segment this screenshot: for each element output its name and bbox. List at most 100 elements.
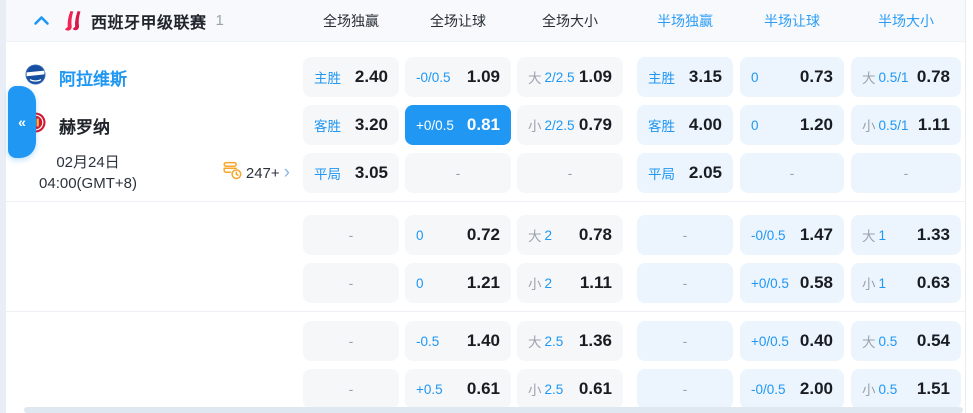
match-left-slot bbox=[6, 369, 303, 409]
odds-cell[interactable]: 大 0.5/1 0.78 bbox=[851, 57, 961, 97]
chevron-up-icon bbox=[34, 16, 49, 25]
odds-line-label: 0 bbox=[416, 228, 424, 243]
odds-line-label: 平局 bbox=[314, 163, 341, 183]
collapse-sidebar-button[interactable]: « bbox=[8, 86, 36, 158]
odds-line-label: 大 2.5 bbox=[528, 331, 563, 351]
line-value: 0 bbox=[416, 275, 424, 291]
odds-cell[interactable]: 小 0.5 1.51 bbox=[851, 369, 961, 409]
column-header-half-3: 半场独赢 bbox=[657, 12, 713, 29]
odds-cell[interactable]: 客胜 3.20 bbox=[303, 105, 399, 145]
line-value: +0/0.5 bbox=[751, 333, 789, 349]
line-value: 客胜 bbox=[648, 119, 675, 134]
odds-cell-empty: - bbox=[303, 263, 399, 303]
odds-value: 4.00 bbox=[688, 115, 722, 134]
line-value: 1 bbox=[878, 227, 887, 243]
more-markets-count: 247+ bbox=[245, 164, 280, 182]
odds-cell[interactable]: 大 1 1.33 bbox=[851, 215, 961, 255]
odds-cell[interactable]: +0/0.5 0.58 bbox=[740, 263, 844, 303]
line-value: 2/2.5 bbox=[544, 69, 575, 85]
line-value: -0/0.5 bbox=[416, 69, 451, 85]
odds-cell[interactable]: 大 2/2.5 1.09 bbox=[517, 57, 623, 97]
line-value: 0.5/1 bbox=[878, 117, 909, 133]
odds-value: 1.11 bbox=[579, 273, 612, 292]
league-name[interactable]: 西班牙甲级联赛 bbox=[91, 9, 207, 33]
odds-line-label: 0 bbox=[751, 118, 759, 133]
over-under-prefix: 大 bbox=[862, 71, 876, 86]
odds-line-label: 客胜 bbox=[314, 115, 341, 135]
odds-cell[interactable]: 客胜 4.00 bbox=[637, 105, 733, 145]
odds-cell[interactable]: -0.5 1.40 bbox=[405, 321, 511, 361]
line-value: 2.5 bbox=[544, 381, 564, 397]
line-value: 0 bbox=[751, 117, 759, 133]
odds-line-label: 0 bbox=[751, 70, 759, 85]
odds-cell[interactable]: 小 1 0.63 bbox=[851, 263, 961, 303]
odds-cell[interactable]: 小 2 1.11 bbox=[517, 263, 623, 303]
odds-value: 0.61 bbox=[466, 379, 500, 398]
line-value: -0.5 bbox=[416, 333, 440, 349]
odds-cell-empty: - bbox=[303, 321, 399, 361]
odds-cell[interactable]: 平局 3.05 bbox=[303, 153, 399, 193]
odds-cell[interactable]: 0 0.73 bbox=[740, 57, 844, 97]
league-odds-panel: 西班牙甲级联赛 1 全场独赢 全场让球 全场大小 半场独赢 半场让球 半场大小 阿拉维斯 … bbox=[6, 0, 966, 413]
match-left-slot bbox=[6, 321, 303, 361]
odds-value: 2.05 bbox=[688, 163, 722, 182]
line-value: 2 bbox=[544, 227, 553, 243]
odds-cell-empty: - bbox=[637, 215, 733, 255]
odds-row: -0 1.21 小 2 1.11- +0/0.5 0.58 小 1 0.63 bbox=[6, 263, 965, 303]
odds-value: 0.79 bbox=[578, 115, 612, 134]
home-team-name[interactable]: 阿拉维斯 bbox=[59, 65, 127, 90]
bet-records-icon bbox=[223, 161, 242, 185]
odds-cell-selected[interactable]: +0/0.5 0.81 bbox=[405, 105, 511, 145]
over-under-prefix: 小 bbox=[528, 383, 542, 398]
odds-cell-empty: - bbox=[303, 215, 399, 255]
odds-cell[interactable]: 小 0.5/1 1.11 bbox=[851, 105, 961, 145]
match-left-slot: 02月24日 04:00(GMT+8) 247+ › bbox=[6, 153, 303, 193]
odds-cell-empty: - bbox=[405, 153, 511, 193]
odds-value: 1.21 bbox=[466, 273, 500, 292]
line-value: 2 bbox=[544, 275, 553, 291]
odds-cell[interactable]: -0/0.5 1.09 bbox=[405, 57, 511, 97]
odds-row: -0 0.72 大 2 0.78- -0/0.5 1.47 大 1 1.33 bbox=[6, 215, 965, 255]
line-value: 平局 bbox=[314, 167, 341, 182]
more-markets-link[interactable]: 247+ › bbox=[223, 161, 290, 185]
odds-value: 1.36 bbox=[578, 331, 612, 350]
odds-value: 2.40 bbox=[354, 67, 388, 86]
home-team-logo-icon bbox=[25, 64, 46, 90]
odds-cell[interactable]: +0/0.5 0.40 bbox=[740, 321, 844, 361]
odds-cell[interactable]: 平局 2.05 bbox=[637, 153, 733, 193]
odds-cell[interactable]: 0 1.20 bbox=[740, 105, 844, 145]
column-header-full-2: 全场大小 bbox=[542, 12, 598, 29]
odds-cell-empty: - bbox=[851, 153, 961, 193]
odds-row: 赫罗纳 客胜 3.20 +0/0.5 0.81 小 2/2.5 0.79 客胜 4.00 0 1.2… bbox=[6, 105, 965, 145]
odds-line-label: 小 2.5 bbox=[528, 379, 563, 399]
line-value: 客胜 bbox=[314, 119, 341, 134]
odds-cell[interactable]: -0/0.5 2.00 bbox=[740, 369, 844, 409]
odds-cell[interactable]: 大 2.5 1.36 bbox=[517, 321, 623, 361]
horizontal-scrollbar[interactable] bbox=[24, 407, 963, 413]
odds-cell[interactable]: 小 2/2.5 0.79 bbox=[517, 105, 623, 145]
column-header-half-5: 半场大小 bbox=[878, 12, 934, 29]
odds-cell-empty: - bbox=[637, 321, 733, 361]
league-match-count: 1 bbox=[215, 12, 224, 29]
over-under-prefix: 大 bbox=[528, 229, 542, 244]
odds-cell[interactable]: 主胜 2.40 bbox=[303, 57, 399, 97]
odds-cell[interactable]: -0/0.5 1.47 bbox=[740, 215, 844, 255]
odds-row: - +0.5 0.61 小 2.5 0.61- -0/0.5 2.00 小 0.5 1.51 bbox=[6, 369, 965, 409]
section-divider bbox=[6, 311, 965, 312]
line-value: 2/2.5 bbox=[544, 117, 575, 133]
collapse-league-button[interactable] bbox=[33, 15, 50, 26]
odds-cell[interactable]: +0.5 0.61 bbox=[405, 369, 511, 409]
odds-column-headers: 全场独赢 全场让球 全场大小 半场独赢 半场让球 半场大小 bbox=[303, 0, 961, 41]
over-under-prefix: 小 bbox=[862, 119, 876, 134]
odds-cell[interactable]: 主胜 3.15 bbox=[637, 57, 733, 97]
away-team-name[interactable]: 赫罗纳 bbox=[59, 113, 110, 138]
odds-cell[interactable]: 0 1.21 bbox=[405, 263, 511, 303]
odds-cell[interactable]: 大 2 0.78 bbox=[517, 215, 623, 255]
odds-cell[interactable]: 大 0.5 0.54 bbox=[851, 321, 961, 361]
column-header-full-1: 全场让球 bbox=[430, 12, 486, 29]
odds-value: 1.33 bbox=[916, 225, 950, 244]
odds-cell[interactable]: 小 2.5 0.61 bbox=[517, 369, 623, 409]
over-under-prefix: 大 bbox=[862, 229, 876, 244]
odds-line-label: 小 0.5 bbox=[862, 379, 897, 399]
odds-cell[interactable]: 0 0.72 bbox=[405, 215, 511, 255]
